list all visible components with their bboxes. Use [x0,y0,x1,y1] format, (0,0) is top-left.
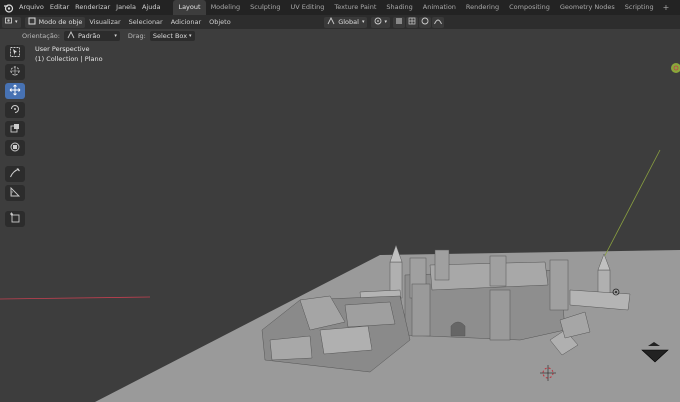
mode-selector[interactable]: Modo de obje [24,16,86,28]
x-axis-line [0,296,151,300]
tab-compositing[interactable]: Compositing [504,0,555,15]
tab-animation[interactable]: Animation [418,0,461,15]
orientation-icon [327,16,335,27]
viewport-editor-icon [5,17,14,27]
menu-janela[interactable]: Janela [113,0,139,15]
orientation-label: Global [338,18,359,26]
grid-icon [408,17,416,27]
toolbar-separator [5,204,26,208]
orientation-dropdown[interactable]: Padrão ▾ [63,30,120,41]
tool-settings-bar: Orientação: Padrão ▾ Drag: Select Box ▾ [0,29,680,42]
transform-controls: Global ▾ ▾ [322,15,444,29]
snap-toggle[interactable] [393,16,405,28]
proportional-editing-toggle[interactable] [419,16,431,28]
cursor-icon [9,65,21,80]
proportional-icon [421,17,429,27]
tool-measure[interactable] [5,185,25,201]
top-menu-bar: Arquivo Editar Renderizar Janela Ajuda L… [0,0,680,15]
tab-shading[interactable]: Shading [381,0,417,15]
collection-info-label: (1) Collection | Plano [35,55,103,63]
tool-cursor[interactable] [5,64,25,80]
tab-sculpting[interactable]: Sculpting [245,0,285,15]
rotate-icon [9,103,21,118]
menu-renderizar[interactable]: Renderizar [72,0,113,15]
mode-label: Modo de obje [38,18,83,26]
menu-visualizar[interactable]: Visualizar [85,18,124,26]
orientation-axes-icon [67,30,75,41]
tool-rotate[interactable] [5,102,25,118]
object-mode-icon [28,17,36,27]
view-name-label: User Perspective [35,45,90,53]
annotate-icon [9,167,21,182]
tab-scripting[interactable]: Scripting [620,0,659,15]
snap-target-dropdown[interactable] [406,16,418,28]
tool-transform[interactable] [5,140,25,156]
tool-add-cube[interactable] [5,211,25,227]
move-icon [9,84,21,99]
menu-ajuda[interactable]: Ajuda [139,0,163,15]
viewport-header: ▾ Modo de obje Visualizar Selecionar Adi… [0,15,680,29]
tab-texture-paint[interactable]: Texture Paint [329,0,381,15]
falloff-curve-icon [434,17,442,27]
pivot-icon [374,17,383,27]
scale-icon [9,122,21,137]
orientation-field-label: Orientação: [22,31,60,40]
transform-orientation-dropdown[interactable]: Global ▾ [324,16,368,28]
tool-move[interactable] [5,83,25,99]
toolbar-separator [5,159,26,163]
tool-select-box[interactable] [5,45,25,61]
blender-logo-icon[interactable] [0,0,16,15]
chevron-down-icon: ▾ [114,32,117,39]
menu-adicionar[interactable]: Adicionar [167,18,205,26]
menu-objeto[interactable]: Objeto [205,18,235,26]
menu-selecionar[interactable]: Selecionar [125,18,167,26]
chevron-down-icon: ▾ [15,19,18,25]
drag-value: Select Box [152,31,188,40]
editor-type-button[interactable]: ▾ [2,16,21,28]
transform-icon [9,141,21,156]
add-workspace-button[interactable]: + [659,0,674,15]
tab-layout[interactable]: Layout [173,0,206,15]
add-cube-icon [9,212,21,227]
select-box-icon [9,46,21,61]
tool-annotate[interactable] [5,166,25,182]
tab-uv-editing[interactable]: UV Editing [286,0,330,15]
chevron-down-icon: ▾ [361,19,365,25]
chevron-down-icon: ▾ [189,32,192,39]
tab-rendering[interactable]: Rendering [461,0,504,15]
menu-editar[interactable]: Editar [47,0,72,15]
viewport-scene [0,63,680,402]
falloff-dropdown[interactable] [432,16,444,28]
drag-field-label: Drag: [127,31,146,40]
pivot-point-dropdown[interactable]: ▾ [371,16,390,28]
tab-modeling[interactable]: Modeling [206,0,246,15]
y-axis-line [599,149,661,266]
drag-dropdown[interactable]: Select Box ▾ [149,30,195,41]
orientation-value: Padrão [77,31,101,40]
measure-icon [9,186,21,201]
menu-arquivo[interactable]: Arquivo [16,0,47,15]
tool-scale[interactable] [5,121,25,137]
tab-geometry-nodes[interactable]: Geometry Nodes [555,0,620,15]
3d-viewport[interactable]: User Perspective (1) Collection | Plano [0,42,680,402]
navigation-gizmo-icon[interactable] [671,63,680,73]
snap-icon [395,17,403,27]
chevron-down-icon: ▾ [384,19,387,25]
tool-shelf [5,45,26,227]
